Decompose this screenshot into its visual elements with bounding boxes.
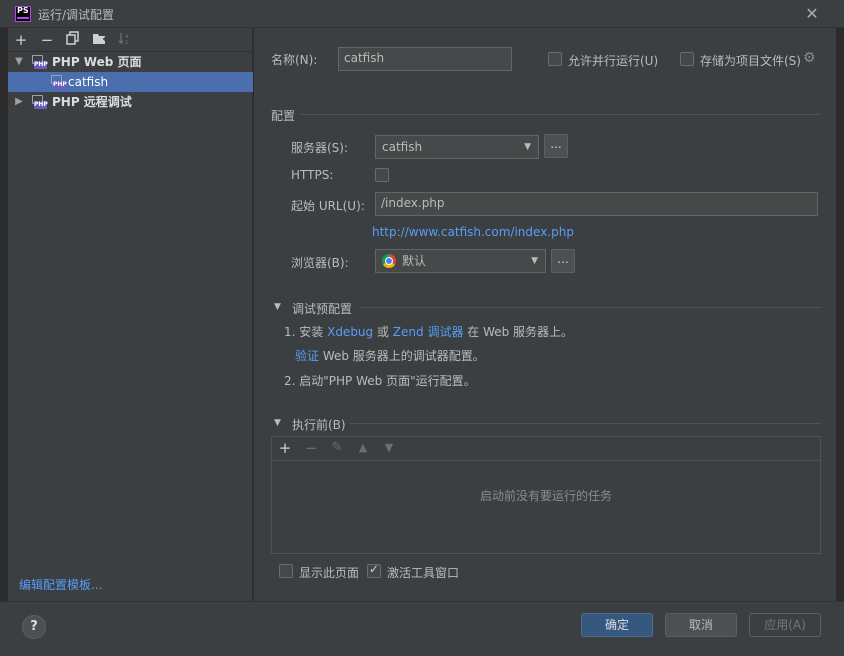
window-title: 运行/调试配置: [38, 8, 115, 22]
cancel-button[interactable]: 取消: [665, 613, 737, 637]
activate-tool-window-label: 激活工具窗口: [387, 566, 460, 580]
chevron-down-icon: ▼: [524, 142, 531, 152]
debug-section-title[interactable]: 调试预配置: [292, 300, 352, 317]
name-field[interactable]: catfish: [338, 47, 512, 71]
divider: [300, 114, 821, 115]
tree-item-label: catfish: [68, 75, 109, 89]
tree-group-php-remote[interactable]: ▶ PHP PHP 远程调试: [8, 92, 253, 112]
sort-icon[interactable]: az: [116, 31, 134, 49]
verify-link[interactable]: 验证: [295, 349, 319, 363]
tree-group-php-web[interactable]: ▼ PHP PHP Web 页面: [8, 52, 253, 72]
before-launch-title[interactable]: 执行前(B): [292, 416, 346, 433]
store-as-file-label: 存储为项目文件(S): [700, 54, 801, 68]
debug-step-1: 1. 安装 Xdebug 或 Zend 调试器 在 Web 服务器上。: [284, 323, 573, 340]
gear-icon[interactable]: ⚙: [803, 50, 816, 66]
divider: [350, 423, 821, 424]
full-url-link[interactable]: http://www.catfish.com/index.php: [372, 225, 574, 239]
https-checkbox[interactable]: [375, 168, 389, 182]
debug-verify: 验证 Web 服务器上的调试器配置。: [295, 347, 485, 364]
https-label: HTTPS:: [291, 168, 334, 182]
browser-select[interactable]: 默认 ▼: [375, 249, 546, 273]
tree-item-catfish[interactable]: PHP catfish: [8, 72, 253, 92]
php-remote-debug-icon: PHP: [32, 95, 48, 109]
start-url-label: 起始 URL(U):: [291, 199, 365, 213]
php-web-icon: PHP: [51, 75, 67, 89]
tree-toolbar: + − az: [8, 28, 253, 52]
apply-button[interactable]: 应用(A): [749, 613, 821, 637]
help-button[interactable]: ?: [22, 615, 46, 639]
server-label: 服务器(S):: [291, 141, 349, 155]
new-folder-icon[interactable]: [90, 31, 108, 49]
move-up-icon[interactable]: ▲: [354, 439, 372, 457]
show-page-checkbox[interactable]: [279, 564, 293, 578]
browser-select-value: 默认: [402, 254, 427, 268]
edit-task-icon[interactable]: ✎: [328, 439, 346, 457]
store-as-file-checkbox[interactable]: [680, 52, 694, 66]
ok-button[interactable]: 确定: [581, 613, 653, 637]
browser-label: 浏览器(B):: [291, 256, 349, 270]
name-label: 名称(N):: [271, 53, 318, 67]
step1-suffix: 在 Web 服务器上。: [463, 325, 574, 339]
svg-text:z: z: [125, 39, 128, 45]
start-url-field[interactable]: /index.php: [375, 192, 818, 216]
debug-step-2: 2. 启动"PHP Web 页面"运行配置。: [284, 374, 476, 388]
php-web-icon: PHP: [32, 55, 48, 69]
title-bar: PS 运行/调试配置 ✕: [0, 0, 844, 28]
chevron-down-icon[interactable]: ▼: [274, 418, 281, 428]
xdebug-link[interactable]: Xdebug: [327, 325, 373, 339]
server-select-value: catfish: [382, 140, 423, 154]
show-page-label: 显示此页面: [299, 566, 360, 580]
task-toolbar: + − ✎ ▲ ▼: [272, 437, 820, 461]
configurations-tree-panel: + − az ▼ PHP PHP Web 页面 PHP catfish ▶ PH…: [8, 28, 253, 601]
allow-parallel-label: 允许并行运行(U): [568, 54, 659, 68]
chrome-icon: [382, 254, 396, 268]
add-icon[interactable]: +: [12, 31, 30, 49]
chevron-right-icon[interactable]: ▶: [13, 92, 25, 112]
zend-debugger-link[interactable]: Zend 调试器: [393, 325, 464, 339]
close-icon[interactable]: ✕: [802, 4, 822, 24]
allow-parallel-checkbox[interactable]: [548, 52, 562, 66]
tree-group-label: PHP Web 页面: [52, 55, 142, 69]
configuration-form: 名称(N): catfish 允许并行运行(U) 存储为项目文件(S) ⚙ 配置…: [254, 28, 836, 601]
dialog-footer: ? 确定 取消 应用(A): [0, 601, 844, 656]
config-section-title: 配置: [271, 109, 296, 123]
before-launch-task-list[interactable]: + − ✎ ▲ ▼ 启动前没有要运行的任务: [271, 436, 821, 554]
empty-task-message: 启动前没有要运行的任务: [479, 489, 612, 503]
remove-icon[interactable]: −: [38, 31, 56, 49]
browser-browse-button[interactable]: ...: [551, 249, 575, 273]
chevron-down-icon[interactable]: ▼: [274, 302, 281, 312]
move-down-icon[interactable]: ▼: [380, 439, 398, 457]
activate-tool-window-checkbox[interactable]: [367, 562, 381, 578]
step1-or: 或: [373, 325, 393, 339]
tree-group-label: PHP 远程调试: [52, 95, 132, 109]
chevron-down-icon[interactable]: ▼: [13, 52, 25, 72]
server-browse-button[interactable]: ...: [544, 134, 568, 158]
server-select[interactable]: catfish ▼: [375, 135, 539, 159]
divider: [360, 307, 821, 308]
edit-templates-link[interactable]: 编辑配置模板...: [19, 576, 102, 593]
add-task-icon[interactable]: +: [276, 439, 294, 457]
remove-task-icon[interactable]: −: [302, 439, 320, 457]
verify-suffix: Web 服务器上的调试器配置。: [319, 349, 485, 363]
step1-prefix: 1. 安装: [284, 325, 328, 339]
copy-icon[interactable]: [64, 31, 82, 49]
phpstorm-app-icon: PS: [15, 6, 31, 22]
chevron-down-icon: ▼: [531, 256, 538, 266]
